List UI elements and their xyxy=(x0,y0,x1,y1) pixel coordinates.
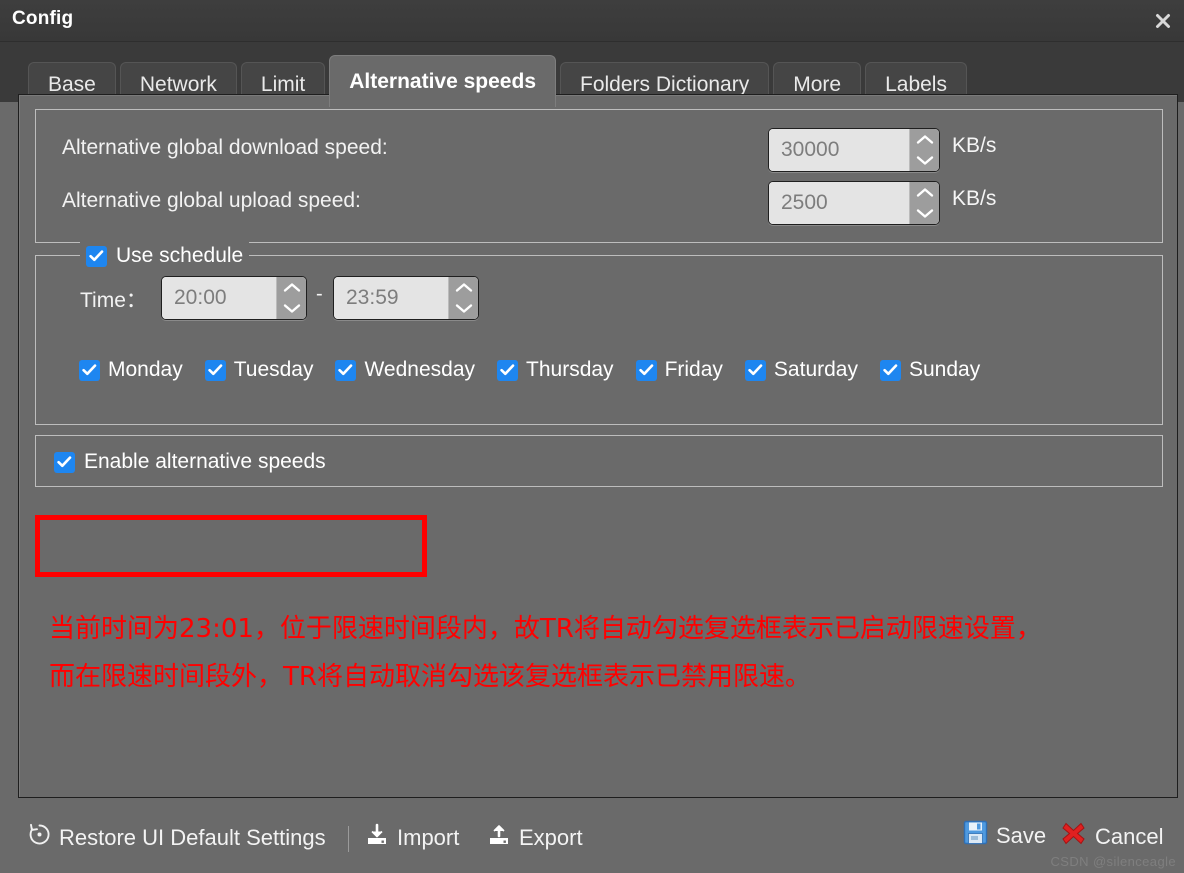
save-label: Save xyxy=(996,823,1046,849)
import-button[interactable]: Import xyxy=(365,823,459,853)
tab-label: Alternative speeds xyxy=(349,70,536,94)
weekday-monday-checkbox[interactable] xyxy=(79,360,100,381)
annotation-note: 当前时间为23:01，位于限速时间段内，故TR将自动勾选复选框表示已启动限速设置… xyxy=(49,605,1159,701)
restore-icon xyxy=(28,823,51,852)
upload-speed-value[interactable]: 2500 xyxy=(769,182,909,224)
import-icon xyxy=(365,823,389,853)
upload-speed-stepper[interactable] xyxy=(909,182,939,224)
schedule-start-time-spinbox[interactable]: 20:00 xyxy=(161,276,307,320)
cancel-button[interactable]: Cancel xyxy=(1060,820,1163,853)
download-speed-stepper[interactable] xyxy=(909,129,939,171)
weekday-label: Wednesday xyxy=(364,358,475,382)
enable-alternative-speeds-checkbox[interactable] xyxy=(54,452,75,473)
dialog-footer: Restore UI Default Settings Import xyxy=(0,805,1184,873)
save-button[interactable]: Save xyxy=(963,820,1046,851)
weekday-friday[interactable]: Friday xyxy=(636,358,723,382)
window-title: Config xyxy=(12,8,73,30)
schedule-start-down-icon[interactable] xyxy=(277,298,306,319)
weekday-saturday[interactable]: Saturday xyxy=(745,358,858,382)
weekday-monday[interactable]: Monday xyxy=(79,358,183,382)
weekday-saturday-checkbox[interactable] xyxy=(745,360,766,381)
use-schedule-label: Use schedule xyxy=(116,244,243,268)
use-schedule-checkbox[interactable] xyxy=(86,246,107,267)
weekday-label: Saturday xyxy=(774,358,858,382)
schedule-end-down-icon[interactable] xyxy=(449,298,478,319)
time-range-separator: - xyxy=(316,283,323,306)
restore-defaults-button[interactable]: Restore UI Default Settings xyxy=(28,823,326,852)
weekday-checkbox-row: Monday Tuesday Wednesday Thursday Friday Satu… xyxy=(79,358,1002,382)
download-speed-value[interactable]: 30000 xyxy=(769,129,909,171)
cancel-label: Cancel xyxy=(1095,824,1163,850)
weekday-label: Tuesday xyxy=(234,358,314,382)
cancel-icon xyxy=(1060,820,1087,853)
alternative-speeds-group: Alternative global download speed: 30000… xyxy=(35,109,1163,243)
download-speed-label: Alternative global download speed: xyxy=(62,136,388,160)
upload-speed-unit: KB/s xyxy=(952,187,996,211)
export-label: Export xyxy=(519,825,583,851)
schedule-start-time-stepper[interactable] xyxy=(276,277,306,319)
upload-speed-spinbox[interactable]: 2500 xyxy=(768,181,940,225)
weekday-thursday[interactable]: Thursday xyxy=(497,358,614,382)
enable-alternative-speeds-row[interactable]: Enable alternative speeds xyxy=(54,450,326,474)
weekday-thursday-checkbox[interactable] xyxy=(497,360,518,381)
schedule-end-time-spinbox[interactable]: 23:59 xyxy=(333,276,479,320)
use-schedule-group: Use schedule Time： 20:00 - 23:59 xyxy=(35,255,1163,425)
weekday-label: Monday xyxy=(108,358,183,382)
config-dialog: Config BaseNetworkLimitAlternative speed… xyxy=(0,0,1184,873)
tab-alternative-speeds[interactable]: Alternative speeds xyxy=(329,55,556,107)
upload-speed-up-icon[interactable] xyxy=(910,182,939,203)
weekday-label: Friday xyxy=(665,358,723,382)
tab-strip: BaseNetworkLimitAlternative speedsFolder… xyxy=(0,42,1184,102)
title-bar: Config xyxy=(0,0,1184,42)
watermark: CSDN @silenceagle xyxy=(1051,854,1177,869)
annotation-note-line2: 而在限速时间段外，TR将自动取消勾选该复选框表示已禁用限速。 xyxy=(49,653,1159,701)
schedule-end-time-stepper[interactable] xyxy=(448,277,478,319)
annotation-highlight-box xyxy=(35,515,427,577)
weekday-friday-checkbox[interactable] xyxy=(636,360,657,381)
weekday-tuesday-checkbox[interactable] xyxy=(205,360,226,381)
restore-defaults-label: Restore UI Default Settings xyxy=(59,825,326,851)
upload-speed-down-icon[interactable] xyxy=(910,203,939,224)
tab-content-panel: Alternative global download speed: 30000… xyxy=(18,94,1178,798)
save-icon xyxy=(963,820,988,851)
export-button[interactable]: Export xyxy=(487,823,583,853)
schedule-end-up-icon[interactable] xyxy=(449,277,478,298)
weekday-label: Sunday xyxy=(909,358,980,382)
upload-speed-label: Alternative global upload speed: xyxy=(62,189,361,213)
annotation-note-line1: 当前时间为23:01，位于限速时间段内，故TR将自动勾选复选框表示已启动限速设置… xyxy=(49,605,1159,653)
close-icon[interactable] xyxy=(1142,0,1184,42)
use-schedule-legend[interactable]: Use schedule xyxy=(80,242,249,270)
download-speed-down-icon[interactable] xyxy=(910,150,939,171)
weekday-label: Thursday xyxy=(526,358,614,382)
schedule-start-time-value[interactable]: 20:00 xyxy=(162,277,276,319)
import-label: Import xyxy=(397,825,459,851)
download-speed-up-icon[interactable] xyxy=(910,129,939,150)
download-speed-spinbox[interactable]: 30000 xyxy=(768,128,940,172)
export-icon xyxy=(487,823,511,853)
weekday-wednesday[interactable]: Wednesday xyxy=(335,358,475,382)
enable-alternative-speeds-label: Enable alternative speeds xyxy=(84,450,326,474)
weekday-sunday[interactable]: Sunday xyxy=(880,358,980,382)
time-label: Time： xyxy=(80,284,147,314)
schedule-start-up-icon[interactable] xyxy=(277,277,306,298)
download-speed-unit: KB/s xyxy=(952,134,996,158)
schedule-end-time-value[interactable]: 23:59 xyxy=(334,277,448,319)
footer-divider xyxy=(348,826,349,852)
weekday-tuesday[interactable]: Tuesday xyxy=(205,358,314,382)
enable-alternative-speeds-group: Enable alternative speeds xyxy=(35,435,1163,487)
weekday-wednesday-checkbox[interactable] xyxy=(335,360,356,381)
weekday-sunday-checkbox[interactable] xyxy=(880,360,901,381)
